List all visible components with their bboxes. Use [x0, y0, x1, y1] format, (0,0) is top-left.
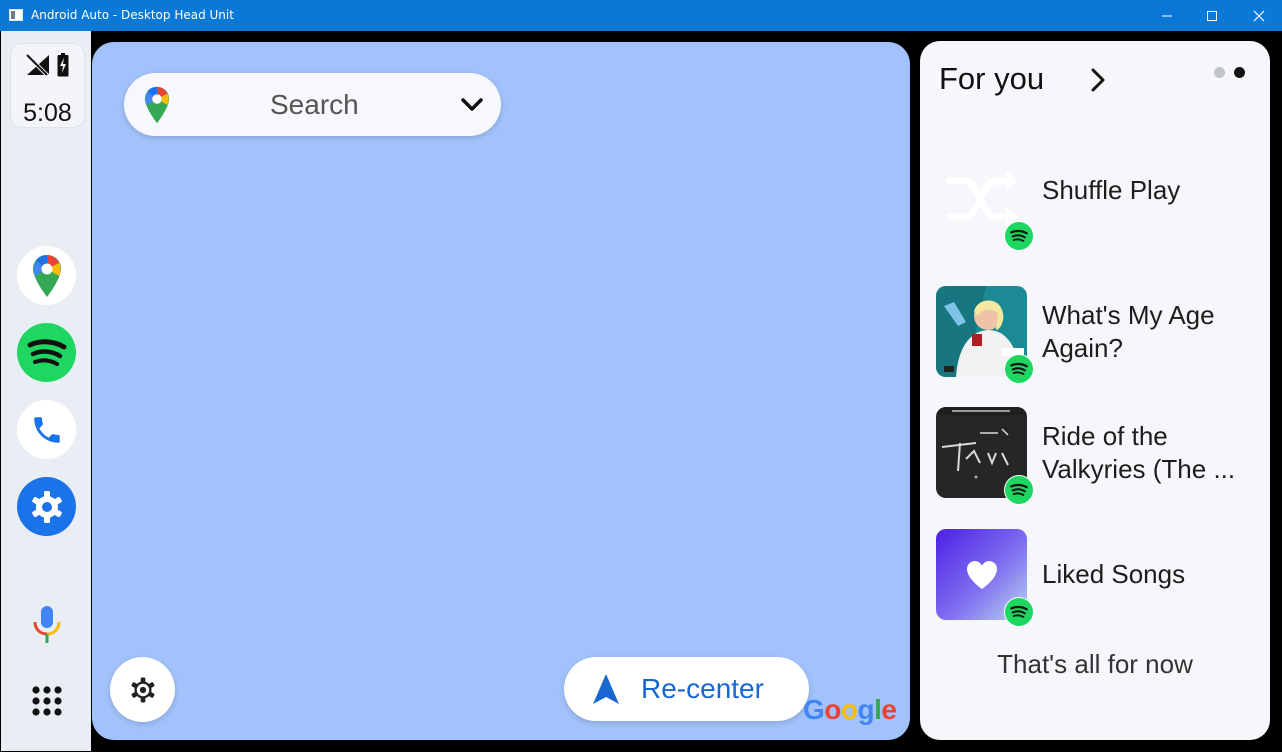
close-button[interactable] — [1236, 0, 1282, 31]
chevron-right-icon[interactable] — [1088, 67, 1108, 93]
spotify-badge — [1004, 475, 1034, 505]
spotify-icon — [1010, 229, 1028, 242]
list-item-track[interactable]: Ride of the Valkyries (The ... — [936, 407, 1256, 505]
maximize-icon — [1207, 10, 1217, 21]
spotify-badge — [1004, 354, 1034, 384]
heart-icon — [966, 560, 997, 589]
spotify-icon — [1010, 483, 1028, 496]
list-item-track[interactable]: What's My Age Again? — [936, 286, 1256, 384]
recenter-button[interactable]: Re-center — [564, 657, 809, 721]
google-letter: g — [857, 694, 875, 725]
head-unit-screen: 5:08 Search Re-center Google For you Shu… — [1, 31, 1281, 751]
google-letter: o — [840, 694, 858, 725]
rail-app-phone[interactable] — [17, 400, 76, 459]
google-letter: e — [881, 694, 897, 725]
google-attribution: Google — [803, 694, 897, 726]
app-grid-icon — [31, 685, 62, 716]
no-signal-icon — [26, 54, 50, 77]
minimize-icon — [1162, 15, 1172, 16]
rail-app-spotify[interactable] — [17, 323, 76, 382]
window-title: Android Auto - Desktop Head Unit — [31, 8, 234, 22]
title-bar: Android Auto - Desktop Head Unit — [0, 0, 1282, 31]
recenter-label: Re-center — [641, 673, 764, 704]
item-title: Ride of the Valkyries (The ... — [1042, 421, 1236, 484]
maps-pin-icon — [144, 86, 170, 124]
item-title: What's My Age Again? — [1042, 300, 1215, 363]
maps-pin-icon — [32, 254, 61, 297]
spotify-icon — [1010, 362, 1028, 375]
rail-app-settings[interactable] — [17, 477, 76, 536]
page-dot[interactable] — [1214, 67, 1225, 78]
search-label: Search — [270, 89, 359, 120]
list-item-liked-songs[interactable]: Liked Songs — [936, 529, 1256, 627]
item-title: Shuffle Play — [1042, 175, 1181, 205]
minimize-button[interactable] — [1144, 0, 1190, 31]
map-settings-button[interactable] — [110, 657, 175, 722]
item-title: Liked Songs — [1042, 559, 1186, 589]
map-view[interactable]: Search Re-center Google — [92, 42, 910, 740]
navigation-arrow-icon — [593, 674, 619, 704]
settings-gear-icon — [31, 490, 62, 523]
app-window-icon — [9, 9, 23, 21]
status-time: 5:08 — [23, 99, 72, 127]
google-letter: G — [803, 694, 825, 725]
chevron-down-icon[interactable] — [460, 94, 484, 116]
spotify-badge — [1004, 221, 1034, 251]
status-area[interactable]: 5:08 — [10, 43, 85, 128]
microphone-icon — [33, 605, 60, 643]
for-you-panel: For you Shuffle Play What's My Age Again… — [920, 41, 1270, 740]
spotify-icon — [1010, 605, 1028, 618]
app-launcher-button[interactable] — [17, 671, 76, 730]
app-rail: 5:08 — [1, 31, 91, 751]
spotify-badge — [1004, 597, 1034, 627]
page-dot-active[interactable] — [1234, 67, 1245, 78]
search-bar[interactable]: Search — [124, 73, 501, 136]
spotify-icon — [27, 338, 66, 366]
panel-footer: That's all for now — [997, 649, 1193, 679]
rail-app-maps[interactable] — [17, 246, 76, 305]
gear-icon — [130, 677, 155, 702]
list-item-shuffle-play[interactable]: Shuffle Play — [936, 153, 1256, 251]
maximize-button[interactable] — [1189, 0, 1235, 31]
phone-icon — [33, 416, 60, 443]
google-letter: o — [824, 694, 841, 725]
close-icon — [1253, 10, 1265, 21]
panel-heading[interactable]: For you — [939, 61, 1044, 97]
battery-charging-icon — [57, 53, 69, 77]
assistant-button[interactable] — [17, 595, 76, 654]
